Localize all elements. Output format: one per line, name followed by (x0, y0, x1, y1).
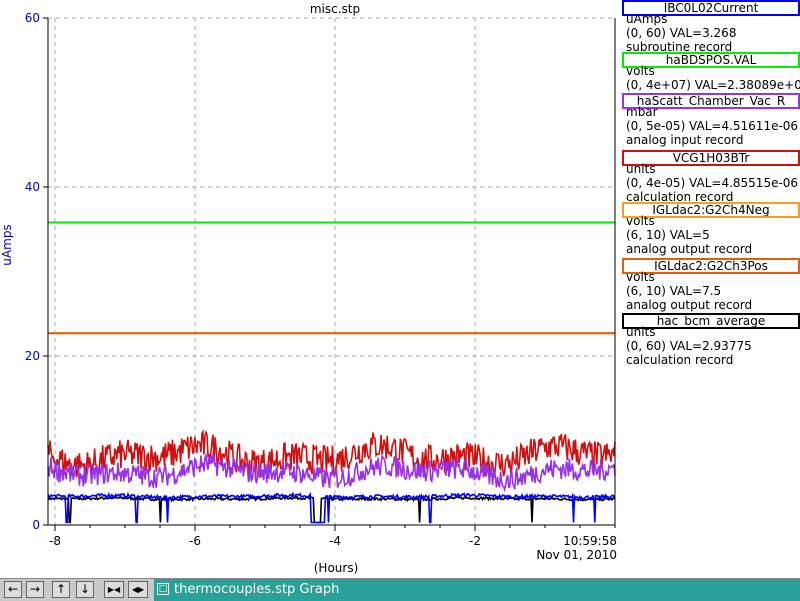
legend-detail-line: volts (626, 64, 655, 78)
window-tab[interactable]: □ thermocouples.stp Graph (154, 579, 800, 601)
y-tick-label: 0 (32, 518, 40, 532)
misc-plot[interactable]: -8 -6 -4 -2 0 20 40 60 misc.stp (Hours) uAmps 1… (0, 0, 620, 578)
x-axis-label: (Hours) (314, 561, 359, 575)
legend-detail-line: (0, 4e-05) VAL=4.85515e-06 (626, 176, 799, 190)
legend-detail-line: volts (626, 214, 655, 228)
arrow-left-icon[interactable]: ← (4, 581, 22, 598)
y-axis-label: uAmps (0, 224, 14, 265)
legend-detail-line: volts (626, 270, 655, 284)
legend-detail-line: mbar (626, 105, 658, 119)
zoom-out-horizontal-icon[interactable]: ◀▶ (128, 581, 148, 598)
end-date-label: Nov 01, 2010 (536, 548, 617, 562)
y-tick-label: 40 (25, 180, 40, 194)
x-tick-label: -6 (189, 534, 201, 548)
y-tick-label: 60 (25, 11, 40, 25)
legend-detail-line: (6, 10) VAL=7.5 (626, 284, 722, 298)
arrow-up-icon[interactable]: ↑ (52, 581, 70, 598)
x-tick-label: -8 (49, 534, 61, 548)
window-icon: □ (157, 583, 169, 595)
legend-detail-line: (0, 5e-05) VAL=4.51611e-06 (626, 119, 799, 133)
legend-detail-line: analog output record (626, 242, 753, 256)
legend-detail-line: (0, 4e+07) VAL=2.38089e+07 (626, 78, 800, 92)
x-tick-label: -4 (329, 534, 341, 548)
legend-detail-line: (0, 60) VAL=2.93775 (626, 339, 752, 353)
arrow-down-icon[interactable]: ↓ (76, 581, 94, 598)
y-tick-label: 20 (25, 349, 40, 363)
window-title: thermocouples.stp Graph (174, 582, 340, 597)
legend-detail-line: (6, 10) VAL=5 (626, 228, 710, 242)
x-tick-label: -2 (469, 534, 481, 548)
bottom-toolbar: ← → ↑ ↓ ▶◀ ◀▶ □ thermocouples.stp Graph (0, 578, 800, 601)
zoom-in-horizontal-icon[interactable]: ▶◀ (104, 581, 124, 598)
legend-detail-line: (0, 60) VAL=3.268 (626, 26, 737, 40)
chart-title: misc.stp (310, 2, 360, 16)
legend-detail-line: units (626, 162, 656, 176)
end-time-label: 10:59:58 (563, 534, 617, 548)
legend-detail-line: analog output record (626, 298, 753, 312)
arrow-right-icon[interactable]: → (26, 581, 44, 598)
legend-detail-line: uAmps (626, 12, 668, 26)
legend-detail-line: calculation record (626, 353, 734, 367)
legend-detail-line: units (626, 325, 656, 339)
legend-detail-line: analog input record (626, 133, 744, 147)
